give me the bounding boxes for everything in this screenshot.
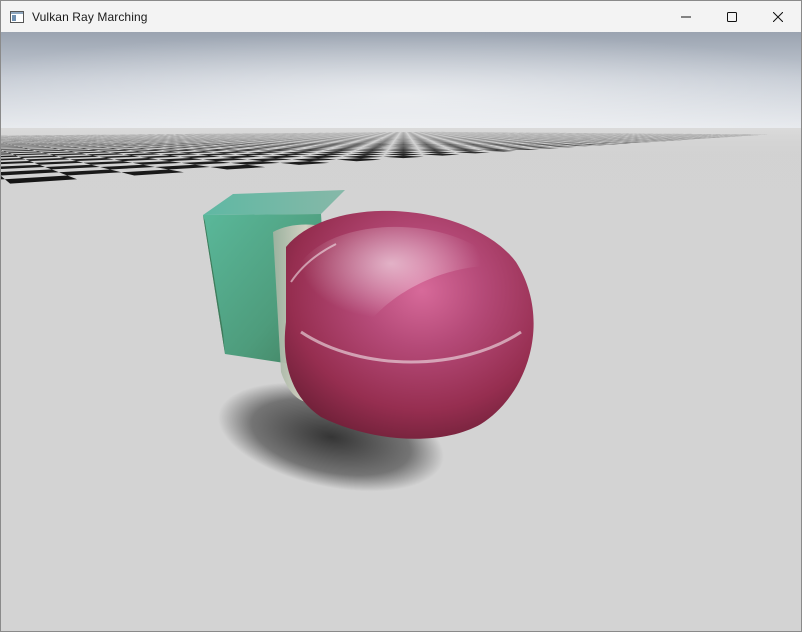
ray-marched-scene <box>1 32 801 631</box>
close-icon <box>773 11 783 22</box>
app-window: Vulkan Ray Marching <box>0 0 802 632</box>
close-button[interactable] <box>755 1 801 32</box>
window-title: Vulkan Ray Marching <box>32 9 148 24</box>
pink-sphere <box>284 210 534 439</box>
maximize-icon <box>727 11 737 22</box>
minimize-icon <box>681 16 691 17</box>
app-window-icon <box>10 10 24 24</box>
minimize-button[interactable] <box>663 1 709 32</box>
window-controls <box>663 1 801 32</box>
render-viewport[interactable] <box>1 32 801 631</box>
maximize-button[interactable] <box>709 1 755 32</box>
title-bar[interactable]: Vulkan Ray Marching <box>1 1 801 32</box>
